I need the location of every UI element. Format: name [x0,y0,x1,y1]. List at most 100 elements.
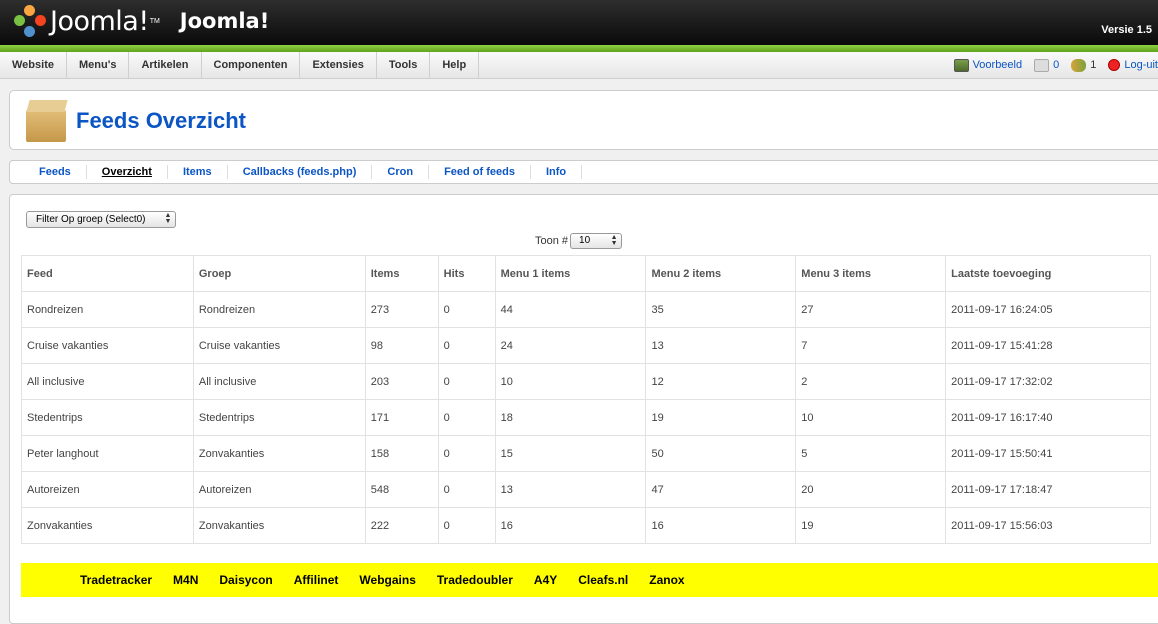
network-link-m4n[interactable]: M4N [173,573,198,587]
network-link-a4y[interactable]: A4Y [534,573,557,587]
tab-feeds[interactable]: Feeds [24,165,87,179]
tab-overzicht[interactable]: Overzicht [87,165,168,179]
cell-menu1: 15 [494,435,647,472]
joomla-logo-icon [14,5,46,37]
preview-icon [953,58,969,72]
cell-menu1: 10 [494,363,647,400]
messages-count: 0 [1053,59,1060,71]
table-row: Peter langhout Zonvakanties 158 0 15 50 … [21,435,1151,472]
select-arrows-icon: ▲ ▼ [610,234,618,247]
cell-menu2: 47 [645,471,797,508]
network-link-cleafs[interactable]: Cleafs.nl [578,573,628,587]
page-size-select[interactable]: 10 ▲ ▼ [570,233,623,249]
cell-groep: Stedentrips [192,399,366,436]
preview-link[interactable]: Voorbeeld [953,58,1023,72]
header-laatste[interactable]: Laatste toevoeging [945,255,1151,292]
cell-hits: 0 [437,363,496,400]
header-hits[interactable]: Hits [437,255,496,292]
cell-menu1: 16 [494,507,647,544]
cell-feed: Peter langhout [21,435,194,472]
users-count: 1 [1090,59,1097,71]
cell-menu2: 50 [645,435,797,472]
table-row: Stedentrips Stedentrips 171 0 18 19 10 2… [21,399,1151,436]
users-online[interactable]: 1 [1071,58,1097,72]
table-header-row: Feed Groep Items Hits Menu 1 items Menu … [21,255,1151,292]
cell-laatste: 2011-09-17 15:50:41 [945,435,1151,472]
preview-label: Voorbeeld [972,59,1023,71]
header-menu1[interactable]: Menu 1 items [494,255,647,292]
cell-groep: All inclusive [192,363,366,400]
site-name: Joomla! [179,9,270,33]
group-filter-select[interactable]: Filter Op groep (Select0) ▲ ▼ [26,211,176,228]
cell-laatste: 2011-09-17 16:24:05 [945,291,1151,328]
cell-groep: Zonvakanties [192,507,366,544]
network-link-zanox[interactable]: Zanox [649,573,684,587]
cell-items: 158 [364,435,439,472]
menu-menus[interactable]: Menu's [67,52,130,78]
toon-label: Toon # [535,235,569,247]
header-menu3[interactable]: Menu 3 items [795,255,947,292]
logo-text: Joomla! [50,5,149,37]
affiliate-networks-bar: Tradetracker M4N Daisycon Affilinet Webg… [21,563,1158,597]
mail-icon [1034,58,1050,72]
cell-groep: Zonvakanties [192,435,366,472]
messages-link[interactable]: 0 [1034,58,1060,72]
header-groep[interactable]: Groep [192,255,366,292]
joomla-logo[interactable]: Joomla! TM Joomla! [14,4,269,38]
cell-items: 273 [364,291,439,328]
table-row: Cruise vakanties Cruise vakanties 98 0 2… [21,327,1151,364]
cell-feed: Autoreizen [21,471,194,508]
cell-menu2: 13 [645,327,797,364]
header-green-bar [0,45,1158,52]
page-title: Feeds Overzicht [76,108,246,133]
group-filter-value: Filter Op groep (Select0) [36,214,146,225]
table-row: All inclusive All inclusive 203 0 10 12 … [21,363,1151,400]
table-row: Zonvakanties Zonvakanties 222 0 16 16 19… [21,507,1151,544]
cell-laatste: 2011-09-17 17:18:47 [945,471,1151,508]
cell-laatste: 2011-09-17 17:32:02 [945,363,1151,400]
network-link-affilinet[interactable]: Affilinet [294,573,339,587]
header-feed[interactable]: Feed [21,255,194,292]
cell-feed: Cruise vakanties [21,327,194,364]
cell-menu3: 7 [795,327,947,364]
tab-info[interactable]: Info [531,165,583,179]
cell-feed: All inclusive [21,363,194,400]
table-row: Rondreizen Rondreizen 273 0 44 35 27 201… [21,291,1151,328]
tab-callbacks[interactable]: Callbacks (feeds.php) [228,165,373,179]
network-link-tradetracker[interactable]: Tradetracker [80,573,152,587]
cell-menu2: 35 [645,291,797,328]
network-link-daisycon[interactable]: Daisycon [219,573,272,587]
main-menubar: Website Menu's Artikelen Componenten Ext… [0,52,1158,79]
header-items[interactable]: Items [364,255,439,292]
logout-link[interactable]: Log-uit [1108,59,1158,71]
users-icon [1071,58,1087,72]
page-size-control: Toon # 10 ▲ ▼ [535,233,623,249]
network-link-webgains[interactable]: Webgains [359,573,415,587]
status-bar: Voorbeeld 0 1 Log-uit [953,52,1158,78]
cell-groep: Autoreizen [192,471,366,508]
menu-componenten[interactable]: Componenten [202,52,301,78]
cell-menu1: 24 [494,327,647,364]
cell-menu3: 19 [795,507,947,544]
cell-laatste: 2011-09-17 15:56:03 [945,507,1151,544]
tab-cron[interactable]: Cron [372,165,430,179]
cell-hits: 0 [437,471,496,508]
cell-items: 222 [364,507,439,544]
menu-extensies[interactable]: Extensies [300,52,377,78]
network-link-tradedoubler[interactable]: Tradedoubler [437,573,513,587]
tab-feed-of-feeds[interactable]: Feed of feeds [429,165,531,179]
cell-menu3: 20 [795,471,947,508]
select-arrows-icon: ▲ ▼ [164,212,172,225]
menu-help[interactable]: Help [430,52,480,78]
cell-hits: 0 [437,507,496,544]
tab-items[interactable]: Items [168,165,228,179]
logout-icon [1108,59,1121,71]
cell-menu3: 2 [795,363,947,400]
table-row: Autoreizen Autoreizen 548 0 13 47 20 201… [21,471,1151,508]
menu-tools[interactable]: Tools [377,52,431,78]
menu-website[interactable]: Website [0,52,67,78]
menu-artikelen[interactable]: Artikelen [129,52,202,78]
cell-feed: Stedentrips [21,399,194,436]
header-menu2[interactable]: Menu 2 items [645,255,797,292]
cell-hits: 0 [437,399,496,436]
